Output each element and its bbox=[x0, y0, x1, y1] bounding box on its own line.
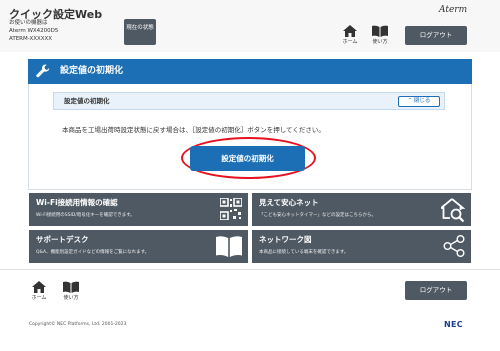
device-info: お使いの機器は Aterm WX4200D5 ATERM-XXXXXX bbox=[9, 19, 58, 43]
device-model: Aterm WX4200D5 bbox=[9, 28, 59, 34]
close-label: 閉じる bbox=[413, 98, 431, 104]
book-icon bbox=[216, 236, 242, 257]
close-button[interactable]: ⌃ 閉じる bbox=[398, 96, 440, 107]
home-icon bbox=[32, 281, 46, 293]
help-label: 使い方 bbox=[63, 295, 79, 301]
tile-support-desk[interactable]: サポートデスク Q&A、機能別設定ガイドなどの情報をご覧になれます。 bbox=[29, 230, 248, 263]
footer-divider bbox=[0, 269, 500, 270]
tile-network-map[interactable]: ネットワーク図 本商品に接続している端末を確認できます。 bbox=[252, 230, 471, 263]
nec-logo: NEC bbox=[444, 320, 463, 329]
footer-logout-button[interactable]: ログアウト bbox=[405, 281, 467, 300]
tile-desc: 「こども安心ネットタイマー」などの設定はこちらから。 bbox=[259, 213, 376, 218]
home-icon bbox=[343, 25, 357, 37]
subsection-title: 設定値の初期化 bbox=[64, 97, 110, 105]
tile-desc: Wi-Fi接続用のSSID/暗号化キーを確認できます。 bbox=[36, 213, 135, 218]
tile-title: 見えて安心ネット bbox=[259, 198, 319, 207]
footer-home-nav[interactable]: ホーム bbox=[25, 281, 53, 301]
section-title: 設定値の初期化 bbox=[60, 66, 124, 76]
book-icon bbox=[63, 281, 79, 293]
tile-wifi-info[interactable]: Wi-Fi接続用情報の確認 Wi-Fi接続用のSSID/暗号化キーを確認できます… bbox=[29, 193, 248, 226]
copyright-text: Copyright© NEC Platforms, Ltd. 2001-2023 bbox=[29, 322, 127, 327]
footer-help-nav[interactable]: 使い方 bbox=[57, 281, 85, 301]
device-label: お使いの機器は bbox=[9, 20, 48, 26]
current-status-button[interactable]: 現在の状態 bbox=[124, 19, 156, 45]
house-search-icon bbox=[441, 198, 465, 222]
help-nav[interactable]: 使い方 bbox=[366, 25, 394, 45]
home-nav[interactable]: ホーム bbox=[336, 25, 364, 45]
device-id: ATERM-XXXXXX bbox=[9, 36, 53, 42]
book-icon bbox=[372, 25, 388, 37]
home-label: ホーム bbox=[31, 295, 47, 301]
aterm-logo: Aterm bbox=[439, 5, 468, 15]
tile-title: Wi-Fi接続用情報の確認 bbox=[36, 198, 118, 207]
help-label: 使い方 bbox=[372, 39, 388, 45]
tile-mieru-anshin-net[interactable]: 見えて安心ネット 「こども安心ネットタイマー」などの設定はこちらから。 bbox=[252, 193, 471, 226]
tile-title: サポートデスク bbox=[36, 235, 89, 244]
logout-button[interactable]: ログアウト bbox=[405, 26, 467, 45]
tile-desc: Q&A、機能別設定ガイドなどの情報をご覧になれます。 bbox=[36, 250, 150, 255]
subsection-header: 設定値の初期化 bbox=[53, 92, 445, 110]
home-label: ホーム bbox=[342, 39, 358, 45]
initialize-settings-button[interactable]: 設定値の初期化 bbox=[190, 146, 305, 171]
wrench-icon bbox=[36, 64, 50, 78]
description-text: 本商品を工場出荷時設定状態に戻す場合は、［設定値の初期化］ボタンを押してください… bbox=[62, 126, 325, 134]
share-network-icon bbox=[443, 235, 465, 257]
tile-title: ネットワーク図 bbox=[259, 235, 312, 244]
tile-desc: 本商品に接続している端末を確認できます。 bbox=[259, 250, 349, 255]
section-header: 設定値の初期化 bbox=[28, 59, 472, 84]
qr-code-icon bbox=[220, 198, 242, 220]
